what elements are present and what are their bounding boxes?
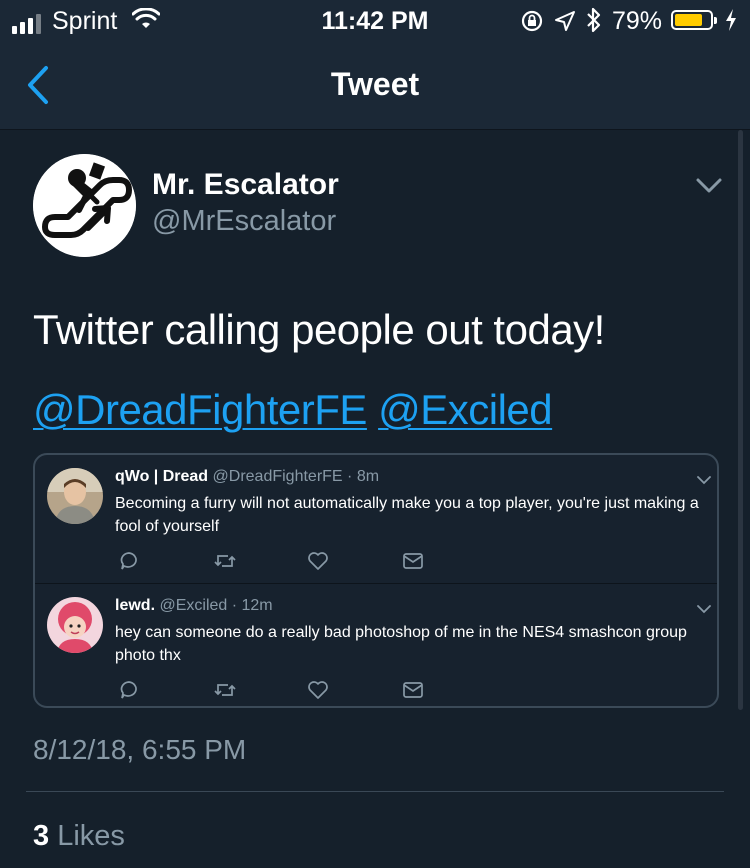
embedded-image[interactable]: qWo | Dread @DreadFighterFE · 8m Becomin… <box>33 453 719 708</box>
battery-icon <box>671 10 717 30</box>
reply-icon <box>120 552 137 570</box>
author-handle[interactable]: @MrEscalator <box>152 205 336 238</box>
embedded-author-meta: @DreadFighterFE · 8m <box>212 468 380 485</box>
embedded-tweet-text: hey can someone do a really bad photosho… <box>115 624 687 664</box>
likes-count[interactable]: 3 Likes <box>33 820 125 853</box>
chevron-down-icon[interactable] <box>695 176 723 196</box>
bluetooth-icon <box>587 7 601 33</box>
author-name[interactable]: Mr. Escalator <box>152 168 339 202</box>
message-icon <box>403 682 423 698</box>
location-icon <box>555 11 575 31</box>
scrollbar[interactable] <box>738 130 743 710</box>
author-avatar[interactable] <box>33 154 136 257</box>
mention-link[interactable]: @Exciled <box>378 386 553 433</box>
embedded-tweet: lewd. @Exciled · 12m hey can someone do … <box>35 583 717 706</box>
retweet-icon <box>214 684 236 696</box>
embedded-author-name: lewd. <box>115 597 156 614</box>
embedded-avatar <box>47 468 103 524</box>
charging-icon <box>726 9 736 31</box>
embedded-author-name: qWo | Dread <box>115 468 209 485</box>
chevron-down-icon <box>697 476 711 485</box>
reply-icon <box>120 681 137 699</box>
mention-link[interactable]: @DreadFighterFE <box>33 386 367 433</box>
embedded-author-meta: @Exciled · 12m <box>159 597 273 614</box>
likes-number: 3 <box>33 820 50 852</box>
heart-icon <box>308 552 328 570</box>
message-icon <box>403 553 423 569</box>
tweet-mentions: @DreadFighterFE @Exciled <box>33 386 553 434</box>
tweet-text: Twitter calling people out today! <box>33 306 605 353</box>
tweet-timestamp: 8/12/18, 6:55 PM <box>33 734 247 765</box>
embedded-avatar <box>47 597 103 653</box>
retweet-icon <box>214 555 236 567</box>
status-bar: Sprint 11:42 PM 79% <box>0 0 750 40</box>
battery-percentage: 79% <box>612 7 663 35</box>
divider <box>26 791 724 792</box>
heart-icon <box>308 681 328 699</box>
embedded-tweet: qWo | Dread @DreadFighterFE · 8m Becomin… <box>35 455 717 583</box>
likes-label: Likes <box>57 820 125 852</box>
embedded-tweet-text: Becoming a furry will not automatically … <box>115 495 699 535</box>
nav-header: Tweet <box>0 40 750 130</box>
page-title: Tweet <box>330 66 420 102</box>
escalator-logo-icon <box>33 154 136 257</box>
rotation-lock-icon <box>521 10 543 32</box>
chevron-down-icon <box>697 605 711 614</box>
